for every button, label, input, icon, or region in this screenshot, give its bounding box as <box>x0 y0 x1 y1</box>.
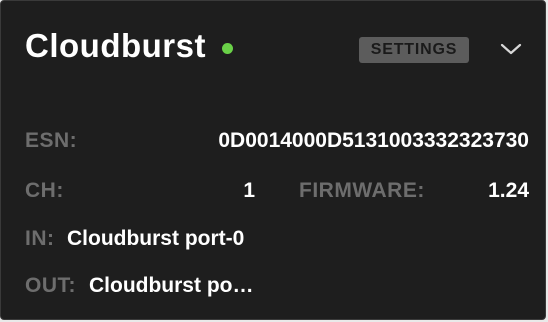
device-name: Cloudburst <box>25 27 206 64</box>
in-value: Cloudburst port-0 <box>67 227 245 250</box>
settings-button[interactable]: SETTINGS <box>359 37 469 63</box>
device-card-header: Cloudburst SETTINGS <box>1 1 545 103</box>
esn-label: ESN: <box>25 129 78 152</box>
firmware-value: 1.24 <box>488 179 529 202</box>
ch-value: 1 <box>243 179 255 202</box>
device-card: Cloudburst SETTINGS ESN: 0D0014000D51310… <box>0 0 546 320</box>
esn-value: 0D0014000D5131003332323730 <box>218 129 529 152</box>
out-label: OUT: <box>25 274 76 297</box>
out-value: Cloudburst po… <box>89 274 254 297</box>
status-dot-icon <box>222 43 233 54</box>
firmware-label: FIRMWARE: <box>299 179 425 202</box>
chevron-down-icon[interactable] <box>499 39 523 59</box>
in-label: IN: <box>25 227 55 250</box>
ch-label: CH: <box>25 179 64 202</box>
